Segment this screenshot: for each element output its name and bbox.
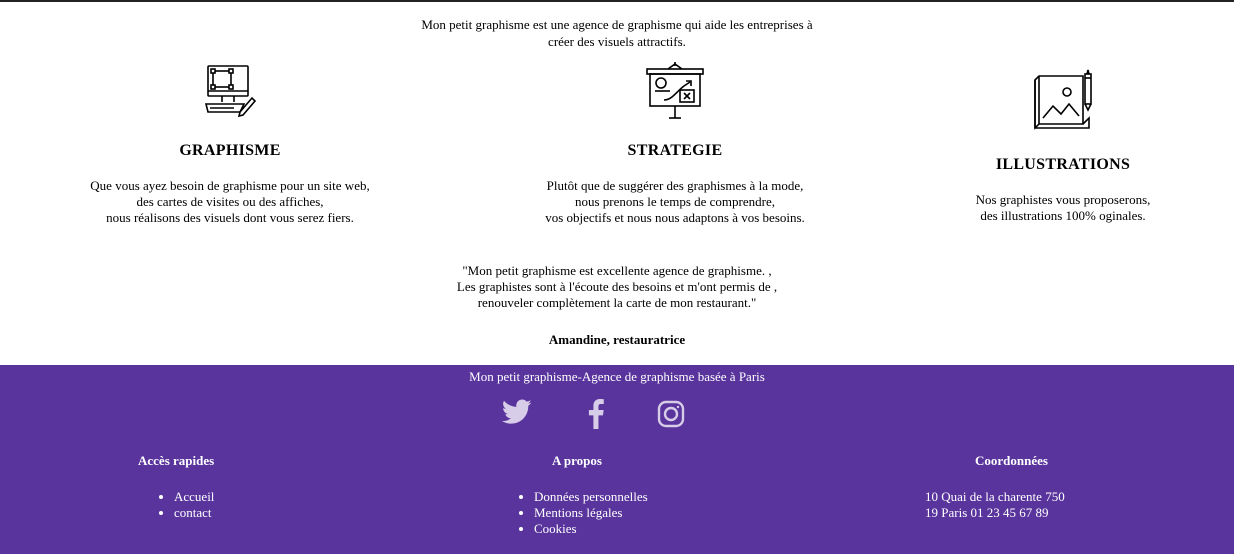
service-title: ILLUSTRATIONS [995, 156, 1131, 173]
footer-link-mentions-legales[interactable]: Mentions légales [534, 505, 648, 521]
computer-design-icon [40, 60, 420, 124]
footer-about: A propos Données personnelles Mentions l… [518, 453, 648, 537]
service-graphisme: GRAPHISME Que vous ayez besoin de graphi… [40, 60, 420, 226]
intro-text: Mon petit graphisme est une agence de gr… [421, 17, 813, 49]
testimonial-author: Amandine, restauratrice [548, 332, 686, 347]
social-links [0, 399, 1234, 431]
service-description: Que vous ayez besoin de graphisme pour u… [90, 178, 370, 225]
twitter-icon[interactable] [501, 399, 532, 430]
footer-address: 10 Quai de la charente 750 19 Paris 01 2… [925, 489, 1065, 520]
service-description: Plutôt que de suggérer des graphismes à … [545, 178, 805, 225]
testimonial-quote: "Mon petit graphisme est excellente agen… [456, 263, 778, 310]
footer-column-title: Coordonnées [975, 453, 1048, 468]
footer-link-donnees-personnelles[interactable]: Données personnelles [534, 489, 648, 505]
service-title: GRAPHISME [179, 142, 281, 159]
services-section: GRAPHISME Que vous ayez besoin de graphi… [0, 60, 1234, 250]
top-divider [0, 0, 1234, 2]
footer-link-accueil[interactable]: Accueil [174, 489, 214, 505]
service-description: Nos graphistes vous proposerons, des ill… [975, 192, 1151, 223]
service-title: STRATEGIE [627, 142, 723, 159]
footer-link-contact[interactable]: contact [174, 505, 214, 521]
service-strategie: STRATEGIE Plutôt que de suggérer des gra… [470, 60, 880, 226]
illustration-pencil-icon [900, 60, 1226, 142]
footer-quick-links: Accès rapides Accueil contact [138, 453, 214, 521]
instagram-icon[interactable] [657, 400, 685, 433]
footer: Mon petit graphisme-Agence de graphisme … [0, 365, 1234, 554]
service-illustrations: ILLUSTRATIONS Nos graphistes vous propos… [900, 60, 1226, 224]
footer-column-title: Accès rapides [138, 453, 215, 468]
footer-link-cookies[interactable]: Cookies [534, 521, 648, 537]
strategy-board-icon [470, 60, 880, 124]
footer-column-title: A propos [552, 453, 602, 468]
facebook-icon[interactable] [587, 399, 605, 434]
footer-tagline: Mon petit graphisme-Agence de graphisme … [469, 369, 765, 384]
footer-contact: Coordonnées 10 Quai de la charente 750 1… [925, 453, 1065, 521]
